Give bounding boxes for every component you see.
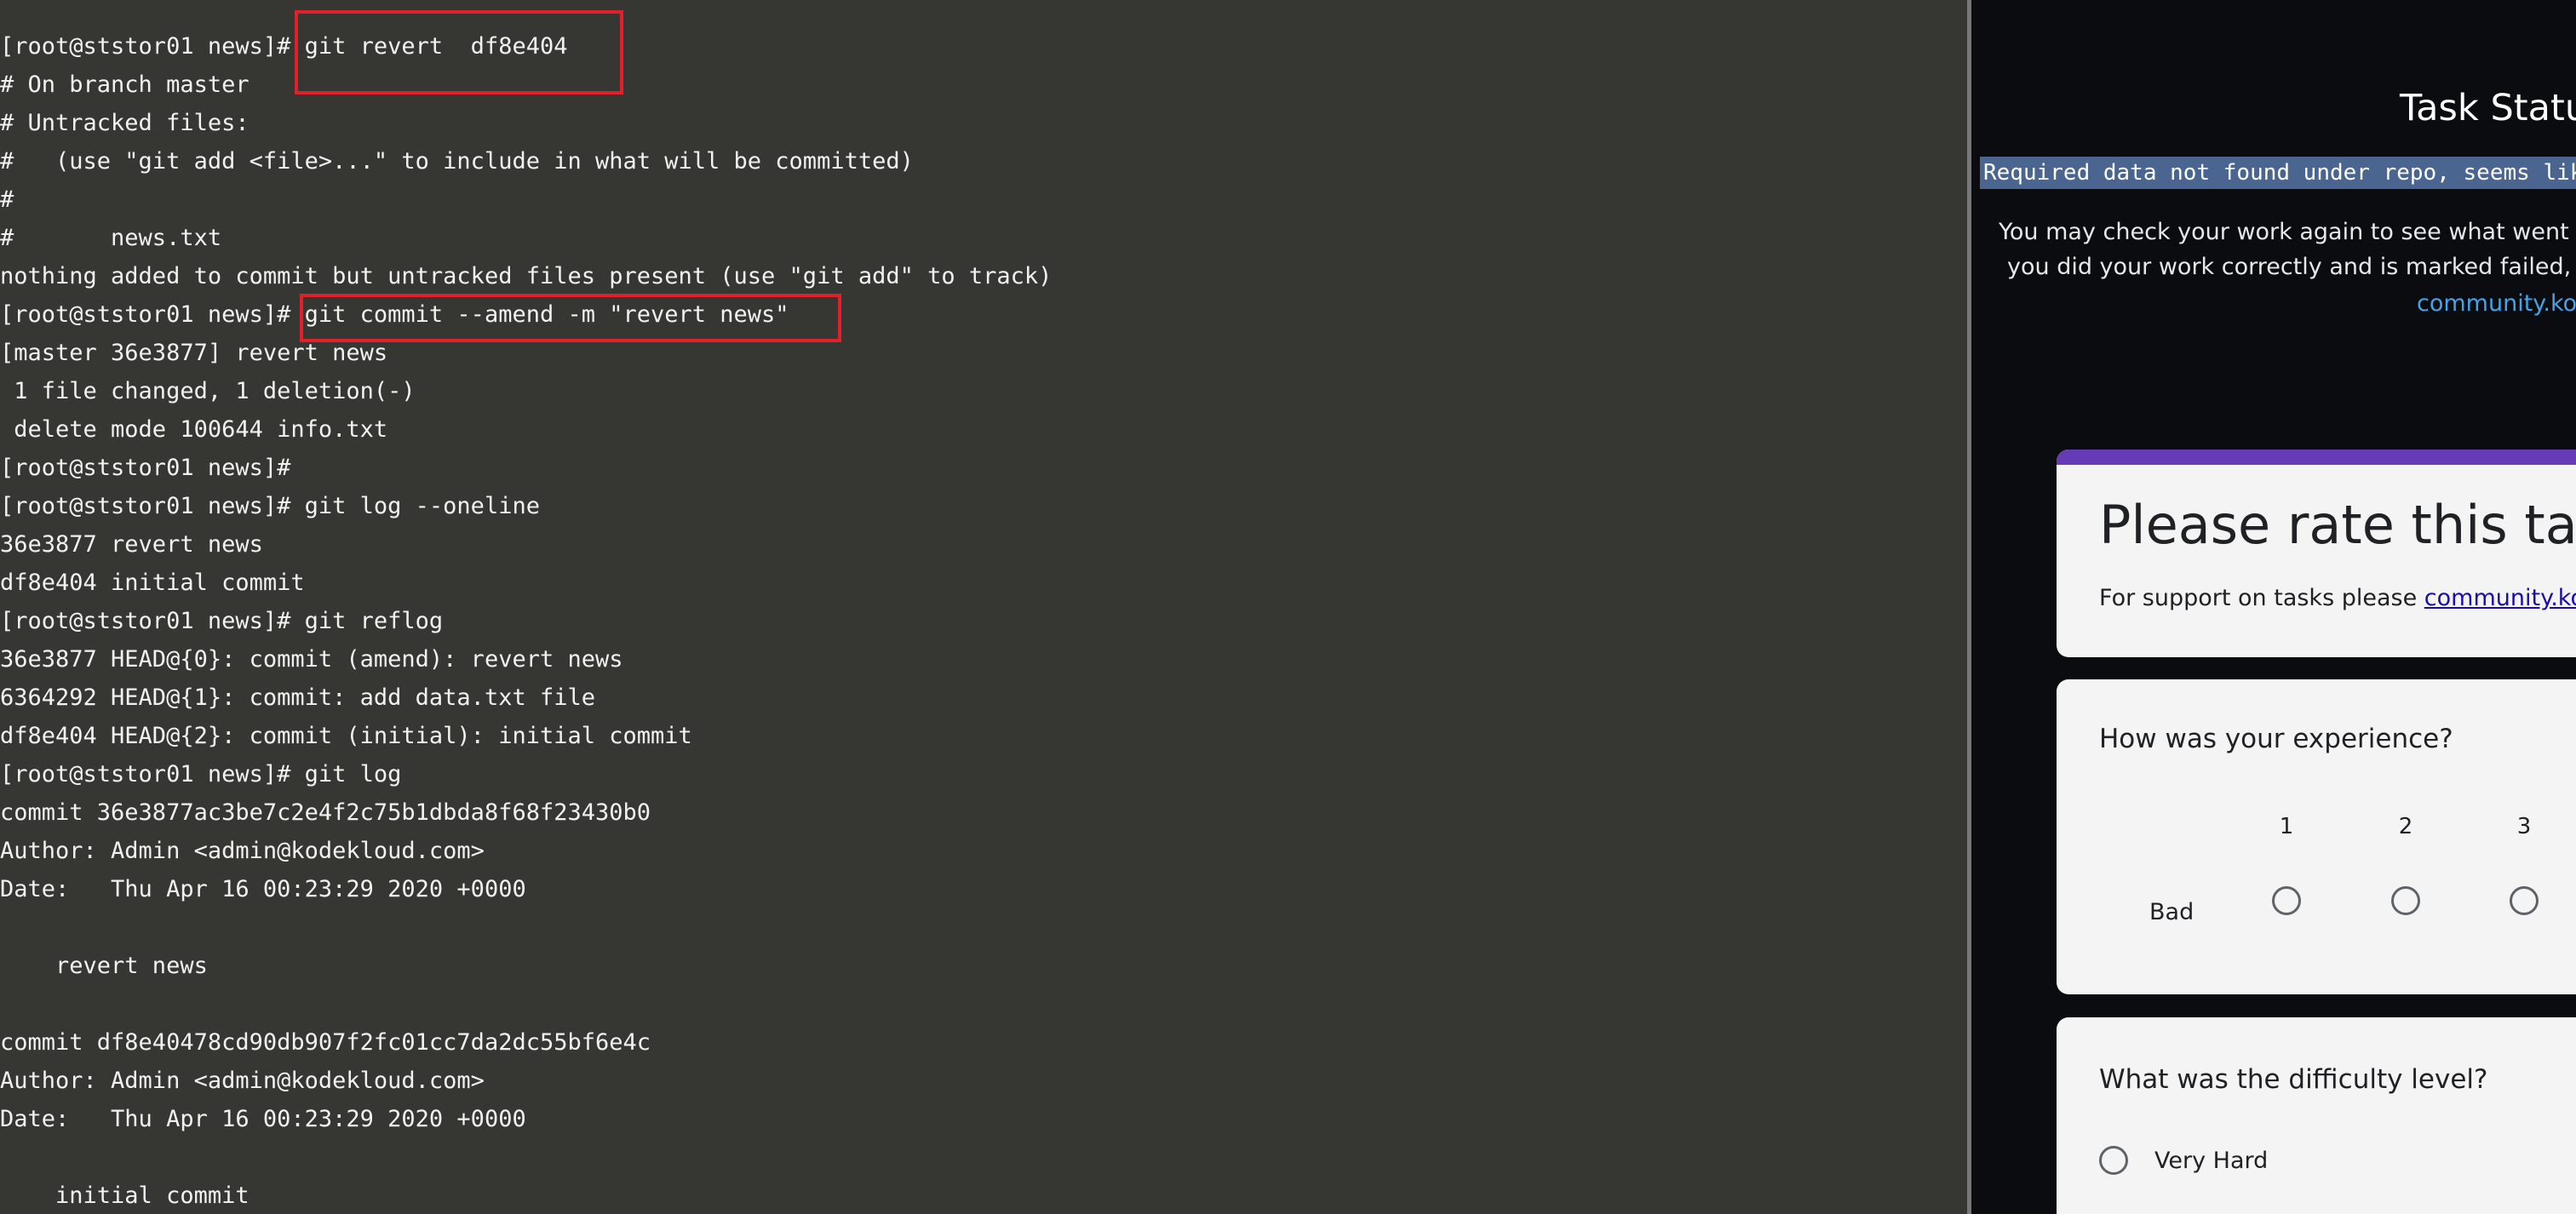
terminal-line: commit 36e3877ac3be7c2e4f2c75b1dbda8f68f… xyxy=(0,799,651,826)
terminal-line: df8e404 HEAD@{2}: commit (initial): init… xyxy=(0,723,692,749)
amend-command-highlight xyxy=(300,294,841,342)
rating-heading: Please rate this task xyxy=(2099,494,2576,556)
difficulty-option-label: Very Hard xyxy=(2154,1148,2269,1174)
terminal-line: # (use "git add <file>..." to include in… xyxy=(0,148,914,175)
terminal-line: 1 file changed, 1 deletion(-) xyxy=(0,378,416,404)
scale-label: 1 xyxy=(2279,814,2294,839)
terminal-line: [root@ststor01 news]# git log --oneline xyxy=(0,493,540,519)
terminal-line: [root@ststor01 news]# git log xyxy=(0,761,402,787)
info-text-line: you did your work correctly and is marke… xyxy=(2007,254,2576,280)
rating-header-card: Please rate this task For support on tas… xyxy=(2057,450,2576,657)
support-text: For support on tasks please xyxy=(2099,585,2418,611)
support-link[interactable]: community.kod xyxy=(2424,585,2576,611)
experience-question: How was your experience? xyxy=(2099,724,2453,754)
difficulty-question: What was the difficulty level? xyxy=(2099,1064,2488,1095)
terminal-line: Author: Admin <admin@kodekloud.com> xyxy=(0,838,485,864)
terminal-line: nothing added to commit but untracked fi… xyxy=(0,263,1053,289)
terminal-line: # On branch master xyxy=(0,72,250,98)
terminal-line: # xyxy=(0,186,14,213)
terminal-line: 36e3877 HEAD@{0}: commit (amend): revert… xyxy=(0,646,623,673)
terminal-line: 6364292 HEAD@{1}: commit: add data.txt f… xyxy=(0,684,595,711)
form-accent-bar xyxy=(2057,450,2576,465)
terminal-line: Date: Thu Apr 16 00:23:29 2020 +0000 xyxy=(0,876,526,902)
status-message: Required data not found under repo, seem… xyxy=(1980,157,2576,189)
terminal-line: commit df8e40478cd90db907f2fc01cc7da2dc5… xyxy=(0,1029,651,1056)
terminal-window[interactable]: [root@ststor01 news]# git revert df8e404… xyxy=(0,0,1967,1214)
task-status-title: Task Status xyxy=(2400,87,2576,129)
terminal-line: df8e404 initial commit xyxy=(0,570,305,596)
difficulty-radio-very-hard[interactable] xyxy=(2099,1146,2128,1175)
terminal-line: [root@ststor01 news]# git reflog xyxy=(0,608,444,634)
terminal-line: [root@ststor01 news]# xyxy=(0,455,291,481)
info-text-line: You may check your work again to see wha… xyxy=(1999,219,2576,245)
terminal-line: initial commit xyxy=(0,1183,250,1209)
terminal-line: # news.txt xyxy=(0,225,222,251)
revert-command-highlight xyxy=(295,10,623,94)
terminal-line: Author: Admin <admin@kodekloud.com> xyxy=(0,1068,485,1094)
terminal-line: 36e3877 revert news xyxy=(0,531,263,558)
terminal-line: # Untracked files: xyxy=(0,110,250,136)
terminal-line: revert news xyxy=(0,953,208,979)
rating-radio-3[interactable] xyxy=(2510,886,2539,915)
support-text-row: For support on tasks please community.ko… xyxy=(2099,585,2576,611)
rating-radio-1[interactable] xyxy=(2272,886,2301,915)
terminal-line: Date: Thu Apr 16 00:23:29 2020 +0000 xyxy=(0,1106,526,1132)
scale-low-label: Bad xyxy=(2149,899,2194,925)
rating-radio-2[interactable] xyxy=(2391,886,2420,915)
terminal-line: delete mode 100644 info.txt xyxy=(0,416,388,443)
scale-label: 2 xyxy=(2398,814,2413,839)
difficulty-question-card: What was the difficulty level? Very Hard xyxy=(2057,1017,2576,1214)
task-status-panel: Task Status Required data not found unde… xyxy=(1971,0,2576,1214)
experience-question-card: How was your experience? 1 2 3 Bad xyxy=(2057,679,2576,994)
community-link[interactable]: community.kod xyxy=(2417,290,2576,317)
scale-label: 3 xyxy=(2516,814,2532,839)
